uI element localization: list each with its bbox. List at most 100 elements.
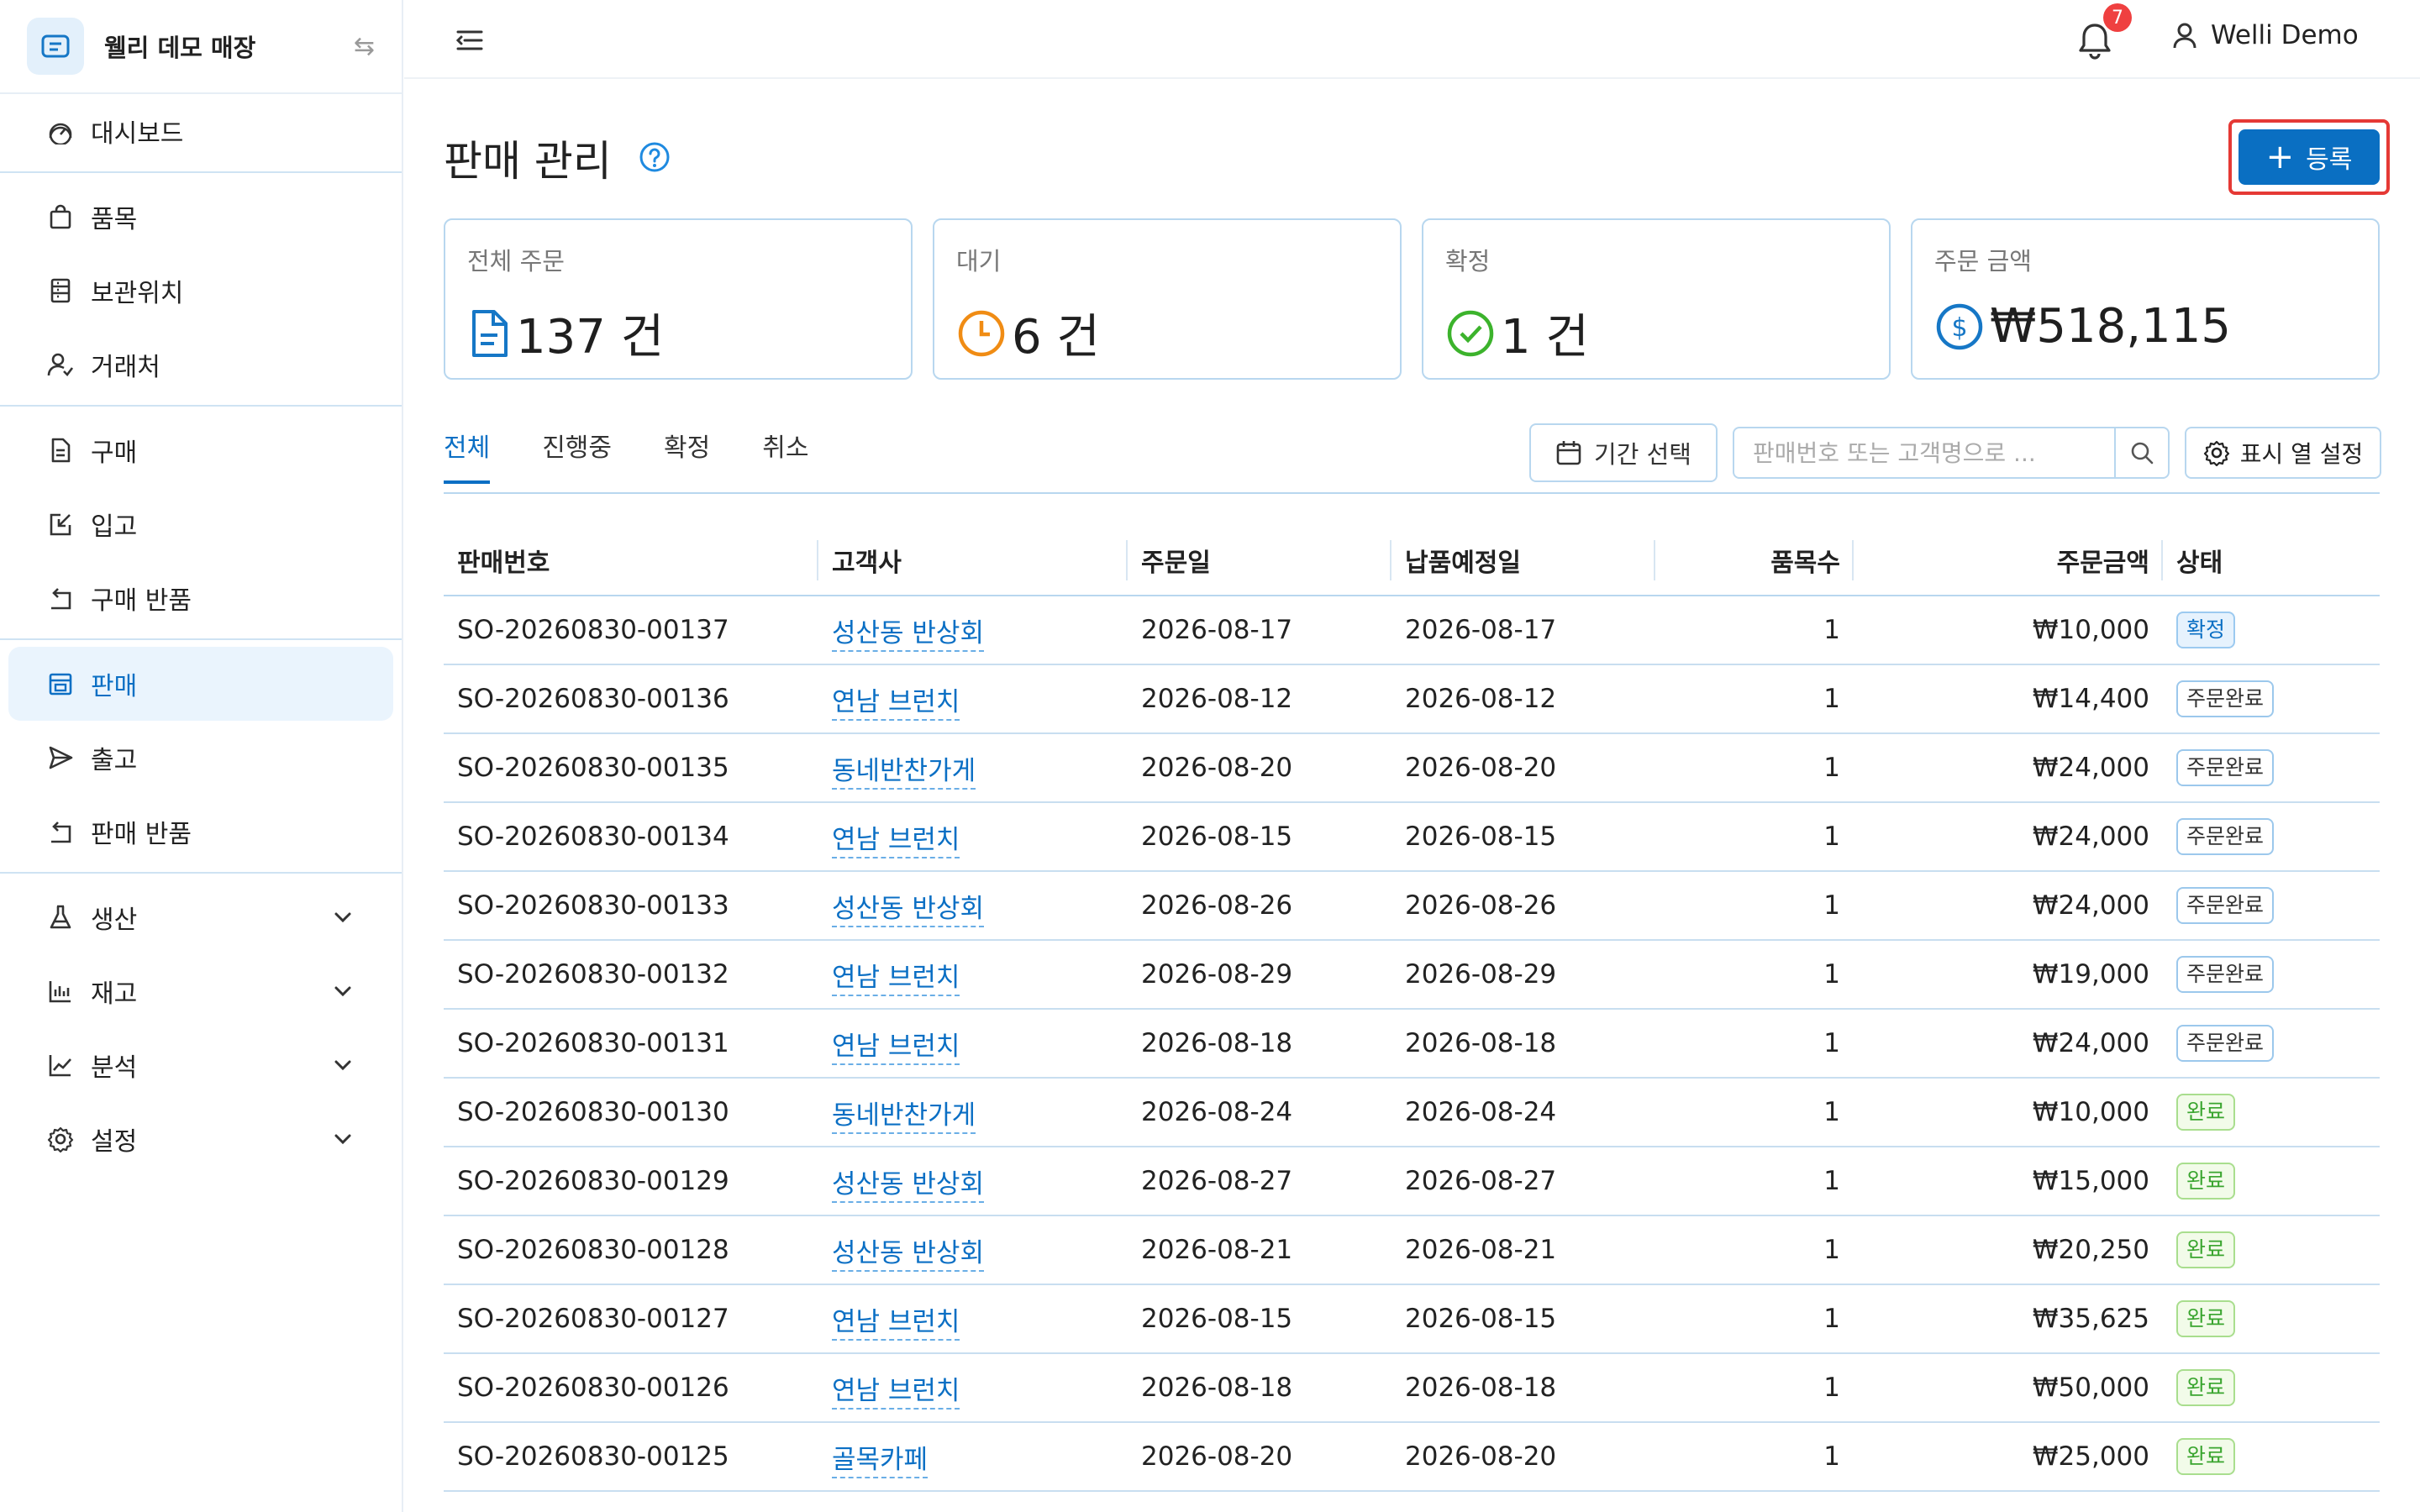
table-cell: 연남 브런치 xyxy=(818,1300,1128,1341)
sidebar-item-3[interactable]: 거래처 xyxy=(0,328,402,402)
customer-link[interactable]: 연남 브런치 xyxy=(832,962,960,996)
sidebar-item-11[interactable]: 재고 xyxy=(0,954,402,1028)
sales-number: SO-20260830-00134 xyxy=(457,822,729,852)
stat-card: 전체 주문 137 건 xyxy=(444,218,913,380)
table-cell: SO-20260830-00128 xyxy=(444,1235,818,1265)
search-button[interactable] xyxy=(2114,428,2168,477)
menu-toggle-icon[interactable] xyxy=(455,25,485,55)
chevron-down-icon[interactable] xyxy=(331,1127,355,1151)
customer-link[interactable]: 연남 브런치 xyxy=(832,1306,960,1341)
customer-link[interactable]: 연남 브런치 xyxy=(832,1375,960,1410)
chevron-down-icon[interactable] xyxy=(331,906,355,929)
sales-number: SO-20260830-00133 xyxy=(457,890,729,921)
column-header[interactable]: 주문금액 xyxy=(1854,540,2163,580)
table-row[interactable]: SO-20260830-00134 연남 브런치 2026-08-15 2026-08… xyxy=(444,803,2380,872)
tab-3[interactable]: 취소 xyxy=(762,427,808,484)
customer-link[interactable]: 동네반찬가게 xyxy=(832,755,976,790)
sidebar-item-4[interactable]: 구매 xyxy=(0,413,402,487)
status-badge: 완료 xyxy=(2176,1163,2236,1200)
column-settings-button[interactable]: 표시 열 설정 xyxy=(2185,427,2381,479)
sidebar-item-label: 구매 반품 xyxy=(91,586,192,616)
status-badge: 주문완료 xyxy=(2176,680,2275,717)
sidebar-item-8[interactable]: 출고 xyxy=(0,721,402,795)
sidebar-item-12[interactable]: 분석 xyxy=(0,1028,402,1102)
table-row[interactable]: SO-20260830-00131 연남 브런치 2026-08-18 2026-08… xyxy=(444,1010,2380,1079)
table-cell: 완료 xyxy=(2163,1163,2380,1200)
customer-link[interactable]: 성산동 반상회 xyxy=(832,893,984,927)
add-button[interactable]: + 등록 xyxy=(2238,129,2380,185)
sidebar-item-2[interactable]: 보관위치 xyxy=(0,254,402,328)
sidebar-item-9[interactable]: 판매 반품 xyxy=(0,795,402,869)
tab-1[interactable]: 진행중 xyxy=(542,427,612,484)
customer-link[interactable]: 성산동 반상회 xyxy=(832,617,984,652)
chevron-down-icon[interactable] xyxy=(331,979,355,1003)
table-row[interactable]: SO-20260830-00133 성산동 반상회 2026-08-26 2026-0… xyxy=(444,872,2380,941)
shop-icon xyxy=(47,670,74,697)
table-row[interactable]: SO-20260830-00132 연남 브런치 2026-08-29 2026-08… xyxy=(444,941,2380,1010)
check-circle-icon xyxy=(1445,308,1501,359)
swap-icon[interactable]: ⇆ xyxy=(354,32,375,61)
store-switcher[interactable]: 웰리 데모 매장 ⇆ xyxy=(0,0,402,94)
order-amount: ₩15,000 xyxy=(2032,1166,2149,1196)
table-row[interactable]: SO-20260830-00128 성산동 반상회 2026-08-21 2026-0… xyxy=(444,1216,2380,1285)
customer-link[interactable]: 연남 브런치 xyxy=(832,1031,960,1065)
customer-link[interactable]: 골목카페 xyxy=(832,1444,929,1478)
sidebar-item-10[interactable]: 생산 xyxy=(0,880,402,954)
table-cell: 주문완료 xyxy=(2163,956,2380,993)
table-row[interactable]: SO-20260830-00137 성산동 반상회 2026-08-17 2026-0… xyxy=(444,596,2380,665)
customer-link[interactable]: 연남 브런치 xyxy=(832,686,960,721)
table-row[interactable]: SO-20260830-00136 연남 브런치 2026-08-12 2026-08… xyxy=(444,665,2380,734)
table-cell: 2026-08-18 xyxy=(1392,1028,1655,1058)
customer-link[interactable]: 연남 브런치 xyxy=(832,824,960,858)
tab-2[interactable]: 확정 xyxy=(664,427,710,484)
due-date: 2026-08-20 xyxy=(1405,753,1557,783)
chevron-down-icon[interactable] xyxy=(331,1053,355,1077)
customer-link[interactable]: 성산동 반상회 xyxy=(832,1168,984,1203)
tabs-divider xyxy=(444,492,2380,494)
column-header[interactable]: 판매번호 xyxy=(444,540,818,580)
table-row[interactable]: SO-20260830-00135 동네반찬가게 2026-08-20 2026-08… xyxy=(444,734,2380,803)
sidebar-item-7[interactable]: 판매 xyxy=(8,647,393,721)
customer-link[interactable]: 성산동 반상회 xyxy=(832,1237,984,1272)
table-row[interactable]: SO-20260830-00127 연남 브런치 2026-08-15 2026-08… xyxy=(444,1285,2380,1354)
customer-link[interactable]: 동네반찬가게 xyxy=(832,1100,976,1134)
table-cell: 주문완료 xyxy=(2163,887,2380,924)
sidebar-item-label: 입고 xyxy=(91,512,138,542)
gear-icon xyxy=(47,1126,74,1152)
tab-0[interactable]: 전체 xyxy=(444,427,491,484)
date-range-button[interactable]: 기간 선택 xyxy=(1529,423,1718,482)
sidebar-item-13[interactable]: 설정 xyxy=(0,1102,402,1176)
sidebar-item-1[interactable]: 품목 xyxy=(0,180,402,254)
column-header[interactable]: 품목수 xyxy=(1655,540,1854,580)
sidebar-item-0[interactable]: 대시보드 xyxy=(0,94,402,168)
status-badge: 확정 xyxy=(2176,612,2236,648)
table-cell: 2026-08-26 xyxy=(1392,890,1655,921)
table-cell: 주문완료 xyxy=(2163,749,2380,786)
help-icon[interactable] xyxy=(639,141,671,173)
column-header[interactable]: 상태 xyxy=(2163,542,2380,579)
table-cell: SO-20260830-00131 xyxy=(444,1028,818,1058)
order-date: 2026-08-26 xyxy=(1141,890,1293,921)
search-input[interactable] xyxy=(1734,428,2114,477)
sidebar-item-label: 판매 반품 xyxy=(91,820,192,849)
table-row[interactable]: SO-20260830-00125 골목카페 2026-08-20 2026-08-2… xyxy=(444,1423,2380,1492)
sidebar-item-6[interactable]: 구매 반품 xyxy=(0,561,402,635)
status-badge: 주문완료 xyxy=(2176,818,2275,855)
user-menu[interactable]: Welli Demo xyxy=(2172,20,2359,50)
column-header[interactable]: 주문일 xyxy=(1128,540,1392,580)
table-cell: 2026-08-17 xyxy=(1128,615,1392,645)
plus-icon: + xyxy=(2265,138,2295,176)
table-row[interactable]: SO-20260830-00126 연남 브런치 2026-08-18 2026-08… xyxy=(444,1354,2380,1423)
column-header[interactable]: 납품예정일 xyxy=(1392,540,1655,580)
order-amount: ₩50,000 xyxy=(2032,1373,2149,1403)
notification-badge: 7 xyxy=(2103,3,2132,32)
due-date: 2026-08-15 xyxy=(1405,822,1557,852)
table-row[interactable]: SO-20260830-00130 동네반찬가게 2026-08-24 2026-08… xyxy=(444,1079,2380,1147)
sales-number: SO-20260830-00135 xyxy=(457,753,729,783)
table-cell: 연남 브런치 xyxy=(818,1369,1128,1410)
column-header[interactable]: 고객사 xyxy=(818,540,1128,580)
sidebar-item-5[interactable]: 입고 xyxy=(0,487,402,561)
table-row[interactable]: SO-20260830-00129 성산동 반상회 2026-08-27 2026-0… xyxy=(444,1147,2380,1216)
sidebar-item-label: 생산 xyxy=(91,906,138,935)
page-title: 판매 관리 xyxy=(444,137,612,186)
